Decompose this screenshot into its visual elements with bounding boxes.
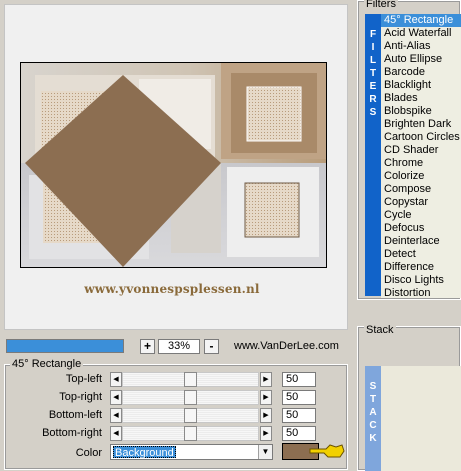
color-select[interactable]: Background ▼ bbox=[110, 444, 273, 460]
stack-banner-letter: T bbox=[369, 394, 377, 405]
filter-item[interactable]: 45° Rectangle bbox=[381, 14, 461, 27]
zoom-value: 33% bbox=[158, 339, 200, 354]
settings-group-title: 45° Rectangle bbox=[10, 358, 84, 370]
filter-item[interactable]: Cartoon Circles bbox=[381, 131, 461, 144]
filter-item[interactable]: Brighten Dark bbox=[381, 118, 461, 131]
filter-item[interactable]: Compose bbox=[381, 183, 461, 196]
stack-banner: S T A C K bbox=[365, 366, 381, 471]
color-select-value: Background bbox=[113, 446, 176, 459]
zoom-bar[interactable] bbox=[6, 339, 124, 353]
filter-item[interactable]: Auto Ellipse bbox=[381, 53, 461, 66]
filter-item[interactable]: CD Shader bbox=[381, 144, 461, 157]
top-right-increase-button[interactable]: ▶ bbox=[260, 390, 272, 405]
bottom-right-increase-button[interactable]: ▶ bbox=[260, 426, 272, 441]
filter-item[interactable]: Disco Lights bbox=[381, 274, 461, 287]
zoom-in-button[interactable]: + bbox=[140, 339, 155, 354]
filter-item[interactable]: Detect bbox=[381, 248, 461, 261]
slider-label-top-right: Top-right bbox=[59, 391, 102, 403]
top-right-decrease-button[interactable]: ◀ bbox=[110, 390, 122, 405]
top-left-decrease-button[interactable]: ◀ bbox=[110, 372, 122, 387]
stack-banner-letter: K bbox=[369, 433, 377, 444]
bottom-left-value-input[interactable]: 50 bbox=[282, 408, 316, 423]
filter-item[interactable]: Deinterlace bbox=[381, 235, 461, 248]
filter-item[interactable]: Anti-Alias bbox=[381, 40, 461, 53]
filters-title: Filters bbox=[364, 0, 398, 10]
bottom-right-value-input[interactable]: 50 bbox=[282, 426, 316, 441]
filters-banner-letter: R bbox=[369, 94, 377, 105]
filters-banner-letter: F bbox=[369, 29, 377, 40]
filter-item[interactable]: Blades bbox=[381, 92, 461, 105]
top-left-slider-thumb[interactable] bbox=[184, 372, 197, 387]
filter-item[interactable]: Blacklight bbox=[381, 79, 461, 92]
top-left-increase-button[interactable]: ▶ bbox=[260, 372, 272, 387]
slider-label-bottom-right: Bottom-right bbox=[42, 427, 102, 439]
filter-item[interactable]: Chrome bbox=[381, 157, 461, 170]
preview-image[interactable] bbox=[20, 62, 327, 268]
stack-banner-letter: C bbox=[369, 420, 377, 431]
stack-list[interactable] bbox=[381, 366, 461, 471]
stack-title: Stack bbox=[364, 324, 396, 336]
filter-item[interactable]: Difference bbox=[381, 261, 461, 274]
filter-item[interactable]: Colorize bbox=[381, 170, 461, 183]
filters-banner-letter: E bbox=[369, 81, 377, 92]
color-label: Color bbox=[75, 447, 102, 459]
bottom-right-decrease-button[interactable]: ◀ bbox=[110, 426, 122, 441]
filters-banner: F I L T E R S bbox=[365, 14, 381, 296]
bottom-left-slider-thumb[interactable] bbox=[184, 408, 197, 423]
filters-banner-letter: L bbox=[369, 55, 377, 66]
filter-item[interactable]: Defocus bbox=[381, 222, 461, 235]
stack-banner-letter: S bbox=[369, 381, 377, 392]
stack-banner-letter: A bbox=[369, 407, 377, 418]
filter-item[interactable]: Cycle bbox=[381, 209, 461, 222]
filters-banner-letter: I bbox=[371, 42, 375, 53]
filters-banner-letter: T bbox=[369, 68, 377, 79]
bottom-right-slider-thumb[interactable] bbox=[184, 426, 197, 441]
bottom-left-increase-button[interactable]: ▶ bbox=[260, 408, 272, 423]
top-left-value-input[interactable]: 50 bbox=[282, 372, 316, 387]
watermark-text: www.yvonnespsplessen.nl bbox=[84, 282, 260, 296]
vanderlee-link[interactable]: www.VanDerLee.com bbox=[234, 339, 339, 354]
slider-label-bottom-left: Bottom-left bbox=[48, 409, 102, 421]
zoom-out-button[interactable]: - bbox=[204, 339, 219, 354]
filter-item[interactable]: Barcode bbox=[381, 66, 461, 79]
pointing-hand-icon bbox=[309, 444, 345, 458]
chevron-down-icon[interactable]: ▼ bbox=[258, 445, 272, 459]
top-right-value-input[interactable]: 50 bbox=[282, 390, 316, 405]
filter-item[interactable]: Copystar bbox=[381, 196, 461, 209]
filters-list[interactable]: 45° Rectangle Acid Waterfall Anti-Alias … bbox=[381, 14, 461, 298]
filter-item[interactable]: Blobspike bbox=[381, 105, 461, 118]
bottom-left-decrease-button[interactable]: ◀ bbox=[110, 408, 122, 423]
filter-item[interactable]: Acid Waterfall bbox=[381, 27, 461, 40]
top-right-slider-thumb[interactable] bbox=[184, 390, 197, 405]
filter-item[interactable]: Distortion bbox=[381, 287, 461, 298]
slider-label-top-left: Top-left bbox=[65, 373, 102, 385]
filters-banner-letter: S bbox=[369, 107, 377, 118]
